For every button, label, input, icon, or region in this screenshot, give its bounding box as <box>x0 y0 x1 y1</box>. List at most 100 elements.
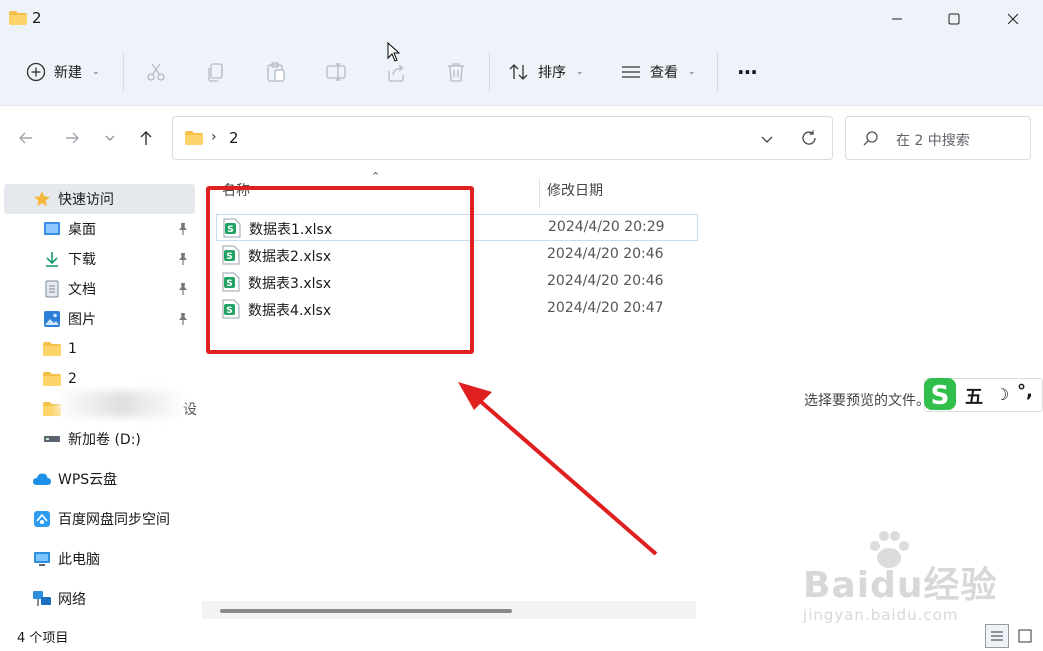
toolbar-divider <box>717 52 718 92</box>
search-icon <box>863 131 878 146</box>
breadcrumb-current[interactable]: 2 <box>229 129 239 147</box>
toolbar-divider <box>123 52 124 92</box>
chevron-down-icon <box>105 135 115 141</box>
chevron-down-icon: ⌄ <box>92 67 100 77</box>
punctuation-toggle[interactable]: °, <box>1017 381 1033 402</box>
sogou-logo-icon[interactable]: S <box>921 375 959 413</box>
folder-icon <box>42 369 62 389</box>
preview-placeholder: 选择要预览的文件。 <box>804 393 930 409</box>
chevron-down-icon: ⌄ <box>576 67 584 77</box>
watermark-url: jingyan.baidu.com <box>803 606 959 624</box>
mouse-cursor-icon <box>387 42 401 62</box>
sidebar-item-label: 下载 <box>68 252 96 268</box>
horizontal-scrollbar[interactable] <box>202 601 696 619</box>
command-bar: 新建 ⌄ 排序 ⌄ 查看 ⌄ ··· <box>0 38 1043 106</box>
file-date: 2024/4/20 20:46 <box>547 273 664 289</box>
sidebar-item-downloads[interactable]: 下载 <box>42 245 96 273</box>
sidebar-item-desktop[interactable]: 桌面 <box>42 215 96 243</box>
rename-button[interactable] <box>324 60 348 84</box>
window-title: 2 <box>32 9 42 27</box>
scissors-icon <box>147 63 165 81</box>
arrow-left-icon <box>19 132 32 144</box>
sidebar-item-folder-2[interactable]: 2 <box>42 365 77 393</box>
picture-icon <box>42 309 62 329</box>
sidebar-item-label: 快速访问 <box>58 192 114 208</box>
view-list-icon <box>622 66 640 78</box>
scrollbar-thumb[interactable] <box>220 609 512 613</box>
share-button[interactable] <box>384 60 408 84</box>
copy-button[interactable] <box>204 60 228 84</box>
arrow-up-icon <box>140 131 152 145</box>
folder-icon <box>185 131 203 145</box>
sidebar-item-baidu-netdisk[interactable]: 百度网盘同步空间 <box>32 505 170 533</box>
sidebar-item-label: 图片 <box>68 312 96 328</box>
network-icon <box>32 589 52 609</box>
maximize-icon <box>948 13 960 25</box>
sort-button[interactable]: 排序 ⌄ <box>508 52 584 92</box>
cloud-icon <box>32 469 52 489</box>
rename-icon <box>326 63 346 81</box>
sort-ascending-icon: ⌃ <box>371 170 381 183</box>
paste-button[interactable] <box>264 60 288 84</box>
annotation-highlight-box <box>206 186 474 354</box>
address-bar[interactable]: › 2 <box>172 116 833 160</box>
title-bar: 2 <box>0 0 1043 38</box>
sidebar-item-quick-access[interactable]: 快速访问 <box>32 185 114 213</box>
sidebar-item-this-pc[interactable]: 此电脑 <box>32 545 100 573</box>
blurred-region <box>56 391 186 417</box>
sidebar-item-drive-d[interactable]: 新加卷 (D:) <box>42 425 141 453</box>
column-header-date[interactable]: 修改日期 <box>547 180 603 200</box>
baidu-watermark: Baidu经验 jingyan.baidu.com <box>795 531 1035 636</box>
share-icon <box>388 64 404 82</box>
breadcrumb-separator-icon: › <box>211 129 217 145</box>
close-button[interactable] <box>990 0 1036 38</box>
toolbar-divider <box>489 52 490 92</box>
sidebar-item-label: WPS云盘 <box>58 472 118 488</box>
cut-button[interactable] <box>144 60 168 84</box>
view-button[interactable]: 查看 ⌄ <box>620 52 696 92</box>
pin-icon[interactable] <box>176 222 190 236</box>
plus-circle-icon <box>26 62 46 82</box>
back-button[interactable] <box>12 126 40 150</box>
pin-icon[interactable] <box>176 312 190 326</box>
minimize-icon <box>892 18 902 20</box>
sidebar-item-documents[interactable]: 文档 <box>42 275 96 303</box>
sidebar-item-pictures[interactable]: 图片 <box>42 305 96 333</box>
column-divider[interactable] <box>539 178 540 208</box>
up-button[interactable] <box>132 126 160 150</box>
sidebar-item-folder-1[interactable]: 1 <box>42 335 77 363</box>
new-button[interactable]: 新建 ⌄ <box>26 52 100 92</box>
delete-button[interactable] <box>444 60 468 84</box>
ime-mode-toggle[interactable]: 五 <box>965 383 983 409</box>
download-icon <box>42 249 62 269</box>
new-label: 新建 <box>54 65 82 81</box>
minimize-button[interactable] <box>874 0 920 38</box>
sidebar-item-network[interactable]: 网络 <box>32 585 86 613</box>
pin-icon[interactable] <box>176 282 190 296</box>
item-count: 4 个项目 <box>17 631 69 646</box>
more-options-button[interactable]: ··· <box>737 52 758 92</box>
refresh-icon[interactable] <box>800 129 818 147</box>
ime-toolbar[interactable]: S 五 ☽ °, <box>924 378 1043 412</box>
more-icon: ··· <box>737 60 758 84</box>
file-explorer-window: 2 新建 ⌄ 排序 ⌄ 查看 ⌄ ··· › 2 在 2 中搜索 快速访问 桌面… <box>0 0 1043 651</box>
copy-icon <box>208 63 223 82</box>
computer-icon <box>32 549 52 569</box>
moon-icon[interactable]: ☽ <box>995 385 1009 404</box>
sort-icon <box>509 64 528 80</box>
search-input[interactable]: 在 2 中搜索 <box>896 130 970 150</box>
maximize-button[interactable] <box>931 0 977 38</box>
clipboard-icon <box>267 62 285 82</box>
search-box[interactable]: 在 2 中搜索 <box>845 116 1031 160</box>
trash-icon <box>448 63 464 82</box>
pin-icon[interactable] <box>176 252 190 266</box>
forward-button[interactable] <box>58 126 86 150</box>
chevron-down-icon[interactable] <box>760 132 774 146</box>
close-icon <box>1007 13 1019 25</box>
folder-icon <box>42 339 62 359</box>
sidebar-item-label: 桌面 <box>68 222 96 238</box>
sidebar-item-label: 百度网盘同步空间 <box>58 512 170 528</box>
sidebar-item-wps-cloud[interactable]: WPS云盘 <box>32 465 117 493</box>
file-date: 2024/4/20 20:47 <box>547 300 664 316</box>
recent-locations-button[interactable] <box>96 126 124 150</box>
